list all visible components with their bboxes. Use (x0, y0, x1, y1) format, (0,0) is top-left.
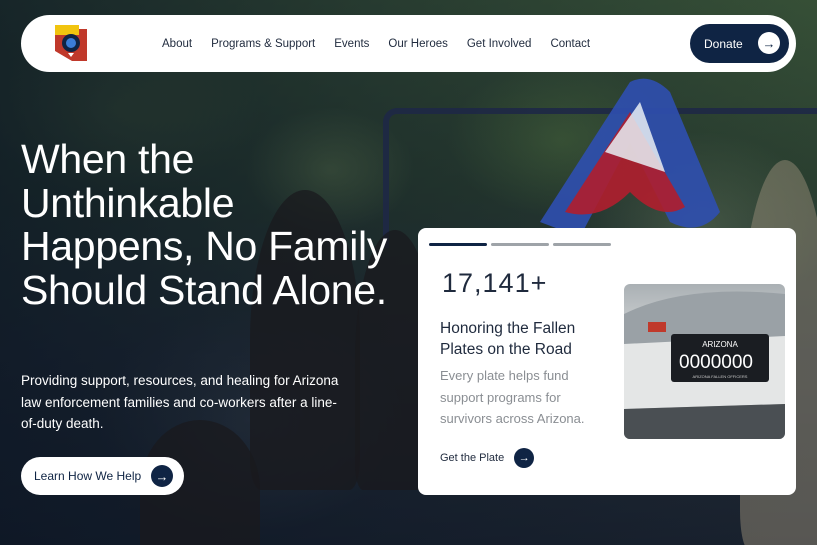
plate-state-text: ARIZONA (702, 340, 738, 349)
car-rear-illustration: ARIZONA 0000000 ARIZONA FALLEN OFFICERS (624, 291, 785, 439)
nav-link-events[interactable]: Events (334, 38, 369, 50)
license-plate-photo: ARIZONA 0000000 ARIZONA FALLEN OFFICERS (624, 284, 785, 439)
nav-link-get-involved[interactable]: Get Involved (467, 38, 532, 50)
plate-number-text: 0000000 (679, 352, 753, 373)
nav-links: About Programs & Support Events Our Hero… (162, 15, 609, 72)
carousel-indicator-1[interactable] (429, 243, 487, 246)
hero-subtext: Providing support, resources, and healin… (21, 373, 339, 431)
get-the-plate-label: Get the Plate (440, 452, 505, 464)
get-the-plate-link[interactable]: Get the Plate → (440, 447, 535, 469)
arrow-right-icon: → (514, 448, 535, 468)
donate-label: Donate (704, 36, 743, 51)
card-title: Honoring the Fallen Plates on the Road (440, 320, 576, 358)
hero-headline: When the Unthinkable Happens, No Family … (21, 136, 388, 313)
carousel-indicator-3[interactable] (553, 243, 611, 246)
arrow-right-icon: → (151, 465, 173, 487)
arizona-badge-logo[interactable] (52, 23, 90, 63)
top-navbar: About Programs & Support Events Our Hero… (21, 15, 796, 72)
cta-label: Learn How We Help (34, 469, 142, 483)
plate-caption-text: ARIZONA FALLEN OFFICERS (693, 374, 748, 379)
nav-link-our-heroes[interactable]: Our Heroes (388, 38, 447, 50)
donate-button[interactable]: Donate → (690, 24, 789, 63)
learn-how-we-help-button[interactable]: Learn How We Help → (21, 457, 184, 495)
nav-link-programs-support[interactable]: Programs & Support (211, 38, 315, 50)
nav-link-about[interactable]: About (162, 38, 192, 50)
memorial-wreath (540, 78, 720, 238)
carousel-indicator-2[interactable] (491, 243, 549, 246)
carousel-progress (429, 243, 611, 246)
plates-count-stat: 17,141+ (442, 268, 548, 298)
card-description: Every plate helps fund support programs … (440, 368, 585, 426)
arrow-right-icon: → (758, 32, 780, 54)
fallen-plates-card: 17,141+ Honoring the Fallen Plates on th… (418, 228, 796, 495)
nav-link-contact[interactable]: Contact (550, 38, 590, 50)
